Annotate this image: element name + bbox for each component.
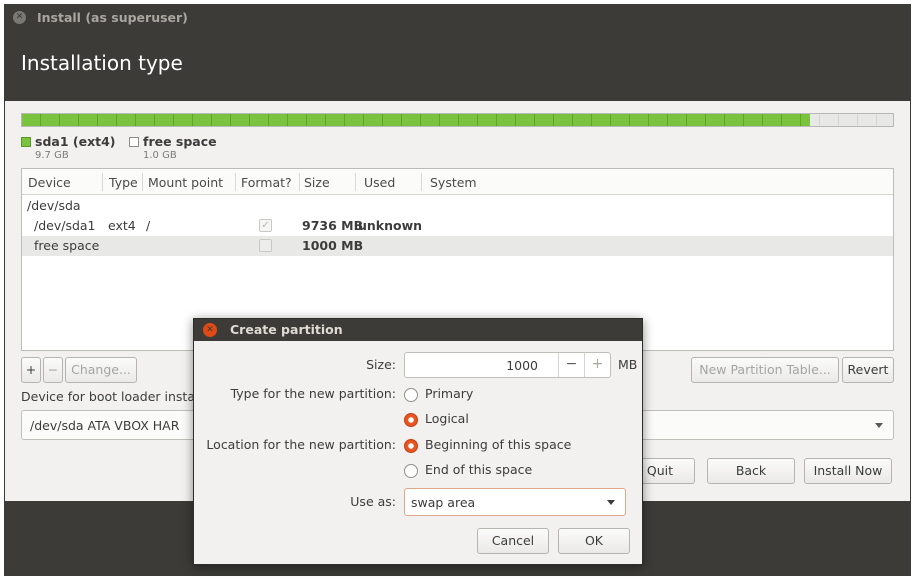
- new-partition-table-button[interactable]: New Partition Table...: [691, 357, 839, 383]
- cell-size: 1000 MB: [302, 238, 364, 253]
- legend-swatch-icon: [21, 137, 31, 147]
- cancel-button[interactable]: Cancel: [477, 528, 549, 554]
- change-partition-button[interactable]: Change...: [65, 357, 137, 383]
- cell-type: ext4: [108, 218, 136, 233]
- cell-device: free space: [34, 238, 100, 253]
- column-separator: [355, 173, 356, 191]
- window-title: Install (as superuser): [37, 10, 188, 25]
- size-decrement-button[interactable]: −: [558, 353, 584, 377]
- chevron-down-icon: [607, 500, 615, 505]
- chevron-down-icon: [875, 423, 883, 428]
- size-unit: MB: [618, 357, 638, 372]
- cell-device: /dev/sda1: [34, 218, 96, 233]
- logical-radio[interactable]: [404, 413, 418, 427]
- column-separator: [235, 173, 236, 191]
- dialog-close-icon[interactable]: ✕: [203, 323, 217, 337]
- size-label: Size:: [366, 357, 396, 372]
- page-header: Installation type: [5, 31, 910, 101]
- cell-used: unknown: [358, 218, 423, 233]
- partition-bar-used: [22, 114, 811, 126]
- window-close-icon[interactable]: ✕: [13, 11, 26, 24]
- legend-item-free-space: free space 1.0 GB: [129, 134, 217, 161]
- size-increment-button[interactable]: +: [584, 353, 610, 377]
- column-header-size[interactable]: Size: [304, 175, 330, 190]
- cell-device: /dev/sda: [27, 198, 81, 213]
- column-header-type[interactable]: Type: [109, 175, 138, 190]
- column-header-mount-point[interactable]: Mount point: [148, 175, 223, 190]
- column-separator: [142, 173, 143, 191]
- remove-partition-button[interactable]: −: [43, 357, 63, 383]
- dialog-title-bar: ✕ Create partition: [194, 319, 642, 341]
- add-partition-button[interactable]: +: [21, 357, 41, 383]
- size-spinner: 1000 − +: [404, 352, 611, 378]
- table-row[interactable]: free space 1000 MB: [22, 236, 893, 256]
- use-as-label: Use as:: [350, 494, 396, 509]
- cell-size: 9736 MB: [302, 218, 364, 233]
- title-bar: ✕ Install (as superuser): [5, 5, 910, 31]
- end-radio[interactable]: [404, 464, 418, 478]
- column-separator: [102, 173, 103, 191]
- bootloader-label: Device for boot loader insta: [21, 389, 195, 404]
- column-header-system[interactable]: System: [430, 175, 477, 190]
- beginning-label[interactable]: Beginning of this space: [425, 437, 571, 452]
- column-separator: [421, 173, 422, 191]
- install-now-button[interactable]: Install Now: [804, 458, 892, 484]
- revert-button[interactable]: Revert: [842, 357, 894, 383]
- cell-mount: /: [146, 218, 151, 233]
- column-header-used[interactable]: Used: [364, 175, 395, 190]
- beginning-radio[interactable]: [404, 439, 418, 453]
- end-label[interactable]: End of this space: [425, 462, 532, 477]
- partition-bar: [21, 113, 894, 127]
- create-partition-dialog: ✕ Create partition Size: 1000 − + MB Typ…: [193, 318, 643, 565]
- legend-size: 1.0 GB: [143, 150, 177, 161]
- dialog-title: Create partition: [230, 322, 343, 337]
- format-checkbox[interactable]: [259, 239, 272, 252]
- legend-item-sda1: sda1 (ext4) 9.7 GB: [21, 134, 116, 161]
- primary-label[interactable]: Primary: [425, 386, 473, 401]
- legend-name: free space: [143, 134, 217, 149]
- use-as-value: swap area: [411, 495, 476, 510]
- ok-button[interactable]: OK: [558, 528, 630, 554]
- use-as-select[interactable]: swap area: [404, 488, 626, 516]
- table-row[interactable]: /dev/sda1 ext4 / ✓ 9736 MB unknown: [22, 216, 893, 236]
- column-header-device[interactable]: Device: [28, 175, 71, 190]
- legend-size: 9.7 GB: [35, 150, 69, 161]
- location-label: Location for the new partition:: [206, 437, 396, 452]
- back-button[interactable]: Back: [707, 458, 795, 484]
- bootloader-value: /dev/sda ATA VBOX HAR: [30, 418, 180, 433]
- size-input[interactable]: 1000: [506, 358, 538, 373]
- legend-swatch-icon: [129, 137, 139, 147]
- primary-radio[interactable]: [404, 388, 418, 402]
- format-checkbox[interactable]: ✓: [259, 219, 272, 232]
- table-header: Device Type Mount point Format? Size Use…: [22, 169, 893, 195]
- partition-type-label: Type for the new partition:: [230, 386, 396, 401]
- table-row[interactable]: /dev/sda: [22, 196, 893, 216]
- column-header-format[interactable]: Format?: [241, 175, 292, 190]
- logical-label[interactable]: Logical: [425, 411, 469, 426]
- legend-name: sda1 (ext4): [35, 134, 116, 149]
- column-separator: [299, 173, 300, 191]
- page-title: Installation type: [21, 51, 183, 75]
